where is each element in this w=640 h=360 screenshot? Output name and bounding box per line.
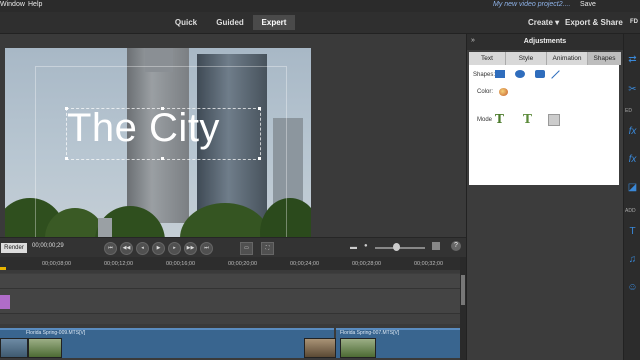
tab-quick[interactable]: Quick (168, 15, 204, 30)
tab-style[interactable]: Style (506, 52, 547, 65)
clip-thumbnail (304, 338, 336, 358)
shapes-label: Shapes: (473, 72, 496, 78)
color-picker-icon[interactable] (499, 88, 508, 96)
resize-handle[interactable] (65, 157, 68, 160)
previous-frame-icon[interactable]: ◂ (136, 242, 149, 255)
ruler-tick: 00;00;08;00 (42, 261, 72, 267)
ruler-tick: 00;00;24;00 (290, 261, 320, 267)
playback-bar: Render 00;00;00;29 ⏮ ◀◀ ◂ ▶ ▸ ▶▶ ⏭ ▭ ⛶ ▬… (0, 237, 466, 258)
shape-mode-icon[interactable] (548, 114, 560, 126)
go-to-start-icon[interactable]: ⏮ (104, 242, 117, 255)
ellipse-shape-icon[interactable] (515, 70, 525, 78)
adjustments-tabs: Text Style Animation Shapes (469, 52, 621, 65)
ruler-tick: 00;00;32;00 (414, 261, 444, 267)
clip-thumbnail (340, 338, 376, 358)
play-icon[interactable]: ▶ (152, 242, 165, 255)
mode-bar: Quick Guided Expert Create ▾ Export & Sh… (0, 12, 640, 34)
next-frame-icon[interactable]: ▸ (168, 242, 181, 255)
work-area-bar (0, 270, 460, 273)
tab-animation[interactable]: Animation (547, 52, 588, 65)
title-text[interactable]: The City (67, 106, 220, 151)
menu-help[interactable]: Help (28, 1, 42, 8)
title-clip[interactable] (0, 295, 10, 309)
edge-label: FD (630, 19, 638, 25)
tab-guided[interactable]: Guided (210, 15, 250, 30)
titles-icon[interactable]: T (626, 226, 639, 237)
zoom-slider[interactable] (375, 247, 425, 249)
ruler-tick: 00;00;28;00 (352, 261, 382, 267)
help-icon[interactable]: ? (451, 241, 461, 251)
menu-window[interactable]: Window (0, 1, 25, 8)
resize-handle[interactable] (258, 157, 261, 160)
ruler-tick: 00;00;20;00 (228, 261, 258, 267)
step-back-icon[interactable]: ◀◀ (120, 242, 133, 255)
text-fill-mode-icon[interactable]: T (495, 112, 504, 126)
right-icon-strip: ⇄ ✂ ED fx fx ◪ ADD T ♫ ☺ (623, 34, 640, 360)
adjustments-panel: » Adjustments Text Style Animation Shape… (466, 34, 623, 360)
monitor-icon[interactable]: ▭ (240, 242, 253, 255)
graphics-icon[interactable]: ☺ (626, 282, 639, 293)
line-shape-icon[interactable] (551, 70, 560, 79)
strip-label-ed: ED (625, 108, 632, 114)
zoom-min-icon[interactable]: ● (364, 243, 368, 249)
monitor-panel: The City (0, 34, 466, 255)
project-title: My new video project2.... (493, 1, 571, 8)
adjust-icon[interactable]: ⇄ (626, 54, 639, 65)
rounded-rectangle-shape-icon[interactable] (535, 70, 545, 78)
effects-icon[interactable]: fx (626, 126, 639, 137)
go-to-end-icon[interactable]: ⏭ (200, 242, 213, 255)
color-label: Color: (477, 89, 494, 95)
applied-effects-icon[interactable]: fx (626, 154, 639, 165)
menu-bar: Window Help My new video project2.... Sa… (0, 0, 640, 12)
fullscreen-icon[interactable]: ⛶ (261, 242, 274, 255)
timeline-panel: 00;00;08;00 00;00;12;00 00;00;16;00 00;0… (0, 257, 466, 360)
ruler-tick: 00;00;12;00 (104, 261, 134, 267)
fit-timeline-icon[interactable] (432, 242, 440, 250)
clip-label: Florida Spring-007.MTS[V] (340, 330, 400, 336)
transitions-icon[interactable]: ◪ (626, 182, 639, 193)
resize-handle[interactable] (161, 157, 164, 160)
timeline-track[interactable] (0, 274, 460, 289)
music-icon[interactable]: ♫ (626, 254, 639, 265)
timeline-scrollbar-thumb[interactable] (461, 275, 465, 305)
tab-text[interactable]: Text (469, 52, 506, 65)
video-track[interactable]: Florida Spring-009.MTS[V] Florida Spring… (0, 324, 460, 360)
tab-shapes[interactable]: Shapes (588, 52, 621, 65)
video-clip[interactable]: Florida Spring-007.MTS[V] (336, 328, 460, 358)
tab-expert[interactable]: Expert (253, 15, 295, 30)
step-forward-icon[interactable]: ▶▶ (184, 242, 197, 255)
rectangle-shape-icon[interactable] (495, 70, 505, 78)
timeline-track[interactable] (0, 289, 460, 314)
video-clip[interactable]: Florida Spring-009.MTS[V] (0, 328, 336, 358)
clip-thumbnail (0, 338, 28, 358)
video-preview[interactable]: The City (5, 48, 311, 255)
clip-thumbnail (28, 338, 62, 358)
export-share-button[interactable]: Export & Share (565, 15, 623, 30)
shapes-options: Shapes: Color: Mode T T (469, 65, 619, 185)
create-button[interactable]: Create ▾ (528, 15, 559, 30)
text-outline-mode-icon[interactable]: T (523, 112, 532, 126)
mode-label: Mode (477, 117, 493, 123)
timecode[interactable]: 00;00;00;29 (32, 243, 64, 249)
resize-handle[interactable] (258, 107, 261, 110)
save-button[interactable]: Save (580, 1, 596, 8)
zoom-slider-handle[interactable] (393, 243, 400, 251)
ruler-tick: 00;00;16;00 (166, 261, 196, 267)
strip-label-add: ADD (625, 208, 636, 214)
tools-icon[interactable]: ✂ (626, 84, 639, 95)
adjustments-header: » Adjustments (467, 34, 623, 50)
zoom-out-icon[interactable]: ▬ (350, 244, 357, 251)
adjustments-title: Adjustments (523, 38, 567, 45)
clip-label: Florida Spring-009.MTS[V] (26, 330, 86, 336)
render-button[interactable]: Render (1, 243, 27, 253)
